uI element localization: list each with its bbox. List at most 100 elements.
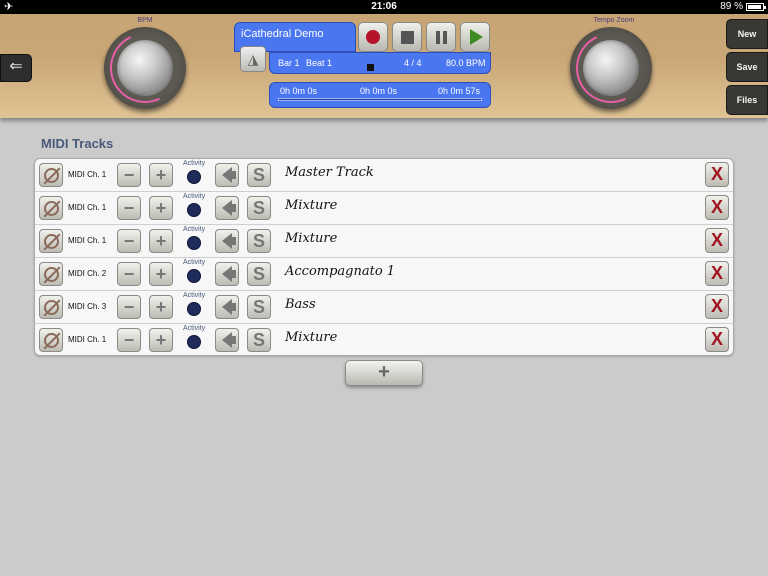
solo-button[interactable]: S bbox=[247, 163, 271, 187]
track-mute-toggle[interactable] bbox=[39, 262, 63, 286]
speaker-button[interactable] bbox=[215, 262, 239, 286]
channel-up-button[interactable]: + bbox=[149, 196, 173, 220]
solo-button[interactable]: S bbox=[247, 229, 271, 253]
pause-icon bbox=[435, 30, 447, 44]
record-button[interactable] bbox=[358, 22, 388, 52]
timeline-current: 0h 0m 0s bbox=[360, 86, 398, 96]
track-row: MIDI Ch. 1 − + Activity S Mixture X bbox=[35, 225, 733, 258]
stop-button[interactable] bbox=[392, 22, 422, 52]
speaker-icon bbox=[222, 266, 236, 282]
channel-up-button[interactable]: + bbox=[149, 262, 173, 286]
midi-channel: MIDI Ch. 3 bbox=[68, 302, 107, 311]
track-name[interactable]: Mixture bbox=[285, 330, 337, 345]
speaker-button[interactable] bbox=[215, 295, 239, 319]
delete-track-button[interactable]: X bbox=[705, 294, 729, 319]
channel-down-button[interactable]: − bbox=[117, 328, 141, 352]
play-icon bbox=[470, 29, 483, 45]
track-row: MIDI Ch. 1 − + Activity S Mixture X bbox=[35, 192, 733, 225]
speaker-button[interactable] bbox=[215, 328, 239, 352]
solo-button[interactable]: S bbox=[247, 328, 271, 352]
minus-icon: − bbox=[123, 164, 135, 185]
track-mute-toggle[interactable] bbox=[39, 229, 63, 253]
solo-button[interactable]: S bbox=[247, 196, 271, 220]
minus-icon: − bbox=[123, 263, 135, 284]
tracks-list: MIDI Ch. 1 − + Activity S Master Track X… bbox=[34, 158, 734, 356]
channel-up-button[interactable]: + bbox=[149, 229, 173, 253]
channel-down-button[interactable]: − bbox=[117, 229, 141, 253]
track-mute-toggle[interactable] bbox=[39, 328, 63, 352]
activity-indicator bbox=[187, 302, 201, 316]
delete-icon: X bbox=[710, 230, 723, 250]
pause-button[interactable] bbox=[426, 22, 456, 52]
stop-icon bbox=[400, 30, 414, 44]
delete-track-button[interactable]: X bbox=[705, 162, 729, 187]
song-title: iCathedral Demo bbox=[241, 28, 324, 40]
track-name[interactable]: Bass bbox=[285, 297, 316, 312]
channel-down-button[interactable]: − bbox=[117, 196, 141, 220]
no-entry-icon bbox=[43, 200, 59, 216]
bpm-knob[interactable] bbox=[100, 23, 190, 113]
save-button[interactable]: Save bbox=[726, 52, 768, 82]
midi-channel: MIDI Ch. 1 bbox=[68, 335, 107, 344]
channel-down-button[interactable]: − bbox=[117, 262, 141, 286]
minus-icon: − bbox=[123, 197, 135, 218]
track-row: MIDI Ch. 2 − + Activity S Accompagnato 1… bbox=[35, 258, 733, 291]
channel-down-button[interactable]: − bbox=[117, 163, 141, 187]
timeline-display[interactable]: 0h 0m 0s 0h 0m 0s 0h 0m 57s bbox=[269, 82, 491, 108]
channel-up-button[interactable]: + bbox=[149, 328, 173, 352]
speaker-icon bbox=[222, 233, 236, 249]
add-track-button[interactable]: + bbox=[345, 360, 423, 386]
track-name[interactable]: Accompagnato 1 bbox=[285, 264, 395, 279]
delete-track-button[interactable]: X bbox=[705, 195, 729, 220]
channel-up-button[interactable]: + bbox=[149, 163, 173, 187]
track-name[interactable]: Mixture bbox=[285, 198, 337, 213]
plus-icon: + bbox=[155, 230, 167, 251]
midi-channel: MIDI Ch. 1 bbox=[68, 236, 107, 245]
track-mute-toggle[interactable] bbox=[39, 196, 63, 220]
files-button[interactable]: Files bbox=[726, 85, 768, 115]
channel-up-button[interactable]: + bbox=[149, 295, 173, 319]
solo-label: S bbox=[252, 197, 265, 218]
activity-label: Activity bbox=[183, 160, 206, 167]
delete-icon: X bbox=[710, 164, 723, 184]
battery-percent: 89 % bbox=[720, 1, 743, 12]
speaker-icon bbox=[222, 167, 236, 183]
track-row: MIDI Ch. 1 − + Activity S Master Track X bbox=[35, 159, 733, 192]
track-name[interactable]: Master Track bbox=[285, 165, 374, 180]
minus-icon: − bbox=[123, 329, 135, 350]
plus-icon: + bbox=[155, 296, 167, 317]
speaker-button[interactable] bbox=[215, 196, 239, 220]
activity-label: Activity bbox=[183, 325, 206, 332]
delete-icon: X bbox=[710, 197, 723, 217]
solo-button[interactable]: S bbox=[247, 262, 271, 286]
solo-button[interactable]: S bbox=[247, 295, 271, 319]
transport-controls bbox=[358, 22, 490, 52]
timeline-progress-bar[interactable] bbox=[278, 98, 482, 101]
battery-indicator: 89 % bbox=[720, 0, 766, 14]
channel-down-button[interactable]: − bbox=[117, 295, 141, 319]
back-button[interactable]: ⇐ bbox=[0, 54, 32, 82]
delete-track-button[interactable]: X bbox=[705, 261, 729, 286]
midi-channel: MIDI Ch. 1 bbox=[68, 203, 107, 212]
activity-label: Activity bbox=[183, 193, 206, 200]
play-button[interactable] bbox=[460, 22, 490, 52]
delete-track-button[interactable]: X bbox=[705, 228, 729, 253]
track-name[interactable]: Mixture bbox=[285, 231, 337, 246]
timeline-start: 0h 0m 0s bbox=[280, 86, 318, 96]
tempo-readout: 80.0 BPM bbox=[446, 58, 486, 68]
speaker-button[interactable] bbox=[215, 163, 239, 187]
midi-channel: MIDI Ch. 2 bbox=[68, 269, 107, 278]
tempo-zoom-knob[interactable] bbox=[566, 23, 656, 113]
plus-icon: + bbox=[155, 329, 167, 350]
back-arrow-icon: ⇐ bbox=[9, 58, 23, 75]
new-button[interactable]: New bbox=[726, 19, 768, 49]
speaker-icon bbox=[222, 299, 236, 315]
speaker-button[interactable] bbox=[215, 229, 239, 253]
track-mute-toggle[interactable] bbox=[39, 163, 63, 187]
track-mute-toggle[interactable] bbox=[39, 295, 63, 319]
no-entry-icon bbox=[43, 332, 59, 348]
metronome-button[interactable]: ◮ bbox=[240, 46, 266, 72]
activity-indicator bbox=[187, 269, 201, 283]
delete-track-button[interactable]: X bbox=[705, 327, 729, 352]
solo-label: S bbox=[252, 329, 265, 350]
